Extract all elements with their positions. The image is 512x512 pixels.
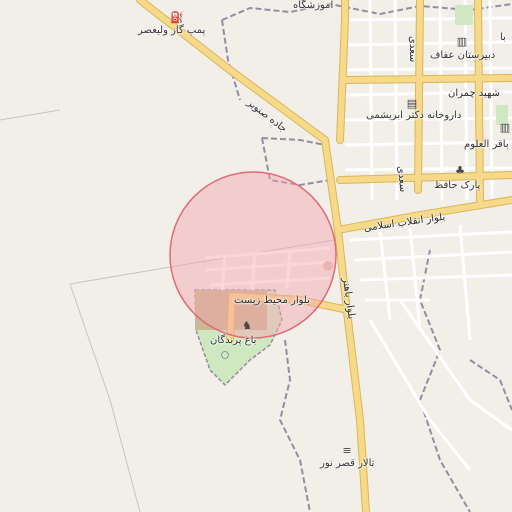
small-marker — [323, 261, 333, 271]
label-bagher-olom[interactable]: باقر العلوم — [464, 139, 509, 151]
building-icon[interactable]: ▥ — [498, 120, 512, 134]
label-talar[interactable]: تالار قصر نور — [320, 458, 374, 470]
label-park-hafez[interactable]: پارک حافظ — [434, 180, 480, 192]
label-saadi-2: سعدی — [395, 165, 409, 193]
label-gas-station[interactable]: پمپ گاز ولیعصر — [138, 25, 205, 37]
hall-icon[interactable]: ≡ — [340, 443, 354, 457]
fuel-icon[interactable]: ⛽ — [170, 10, 184, 24]
label-shahid-chamran: شهید چمران — [448, 88, 501, 99]
map-canvas[interactable]: ⛽ ▥ ▤ ▥ ♣ ♞ ≡ پمپ گاز ولیعصر آموزشگاه جا… — [0, 0, 512, 512]
label-bagh-parandegan[interactable]: باغ پرندگان — [210, 335, 256, 347]
map-base — [0, 0, 512, 512]
label-pharmacy[interactable]: داروخانه دکتر ابریشمی — [366, 110, 461, 122]
park-patch — [455, 5, 473, 25]
zoo-icon[interactable]: ♞ — [240, 318, 254, 332]
label-top-partial: آموزشگاه — [293, 0, 334, 11]
pharmacy-icon[interactable]: ▤ — [405, 96, 419, 110]
school-icon[interactable]: ▥ — [455, 34, 469, 48]
label-mohit-zist: بلوار محیط زیست — [234, 295, 310, 306]
tree-icon[interactable]: ♣ — [453, 163, 467, 177]
label-saadi: سعدی — [407, 36, 418, 63]
label-dabirestan[interactable]: دبیرستان عفاف — [430, 50, 495, 62]
highlight-circle[interactable] — [169, 171, 337, 339]
label-ba-partial: با — [500, 32, 506, 43]
